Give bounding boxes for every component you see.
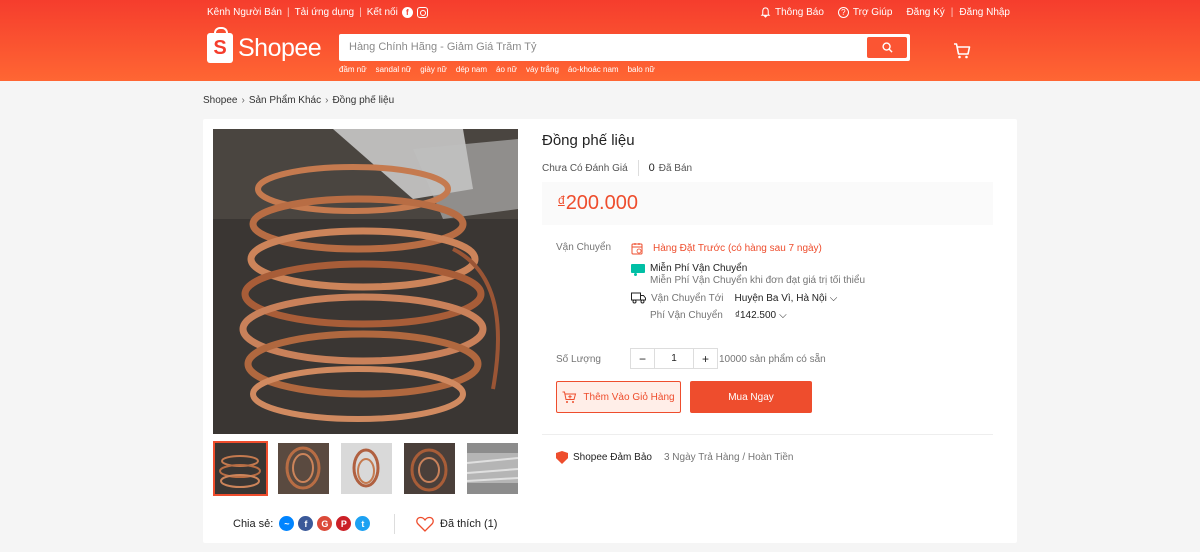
shopee-bag-icon: S — [207, 27, 233, 63]
help-icon: ? — [837, 7, 849, 18]
bell-icon — [760, 7, 771, 18]
product-price: đ200.000 — [558, 192, 638, 215]
preorder-row: Hàng Đặt Trước (có hàng sau 7 ngày) — [631, 242, 822, 255]
thumbnail-image[interactable] — [465, 441, 520, 496]
notifications-link[interactable]: Thông Báo — [760, 7, 824, 18]
quantity-stepper: − 1 + — [630, 348, 718, 369]
shipping-fee-row: Phí Vận Chuyển ₫142.500 ⌵ — [650, 310, 787, 321]
increase-button[interactable]: + — [693, 348, 718, 369]
like-label: Đã thích (1) — [440, 518, 498, 530]
shopee-guarantee[interactable]: Shopee Đảm Bảo 3 Ngày Trả Hàng / Hoàn Ti… — [556, 451, 793, 464]
search-button[interactable] — [867, 37, 907, 58]
thumbnail-image[interactable] — [213, 441, 268, 496]
heart-icon — [416, 516, 434, 532]
thumbnail-image[interactable] — [402, 441, 457, 496]
share-section: Chia sẻ: ~ f G P t — [233, 516, 371, 531]
product-title: Đồng phế liệu — [542, 132, 635, 149]
image-thumbnails — [213, 441, 528, 496]
keyword-link[interactable]: áo nữ — [496, 65, 517, 74]
keyword-link[interactable]: giày nữ — [420, 65, 447, 74]
ship-to-label: Vận Chuyển Tới — [651, 292, 724, 304]
price-box: đ200.000 — [542, 182, 993, 225]
free-shipping-row: Miễn Phí Vận Chuyển — [631, 263, 748, 276]
facebook-icon[interactable]: f — [298, 516, 314, 531]
keyword-link[interactable]: váy trắng — [526, 65, 559, 74]
divider — [542, 434, 993, 435]
quantity-input[interactable]: 1 — [655, 348, 693, 369]
shield-icon — [556, 451, 568, 464]
shipping-fee-label: Phí Vận Chuyển — [650, 310, 723, 321]
instagram-icon[interactable] — [416, 7, 428, 18]
search-bar — [339, 34, 910, 61]
search-keywords: đầm nữ sandal nữ giày nữ dép nam áo nữ v… — [339, 65, 664, 74]
free-shipping-title: Miễn Phí Vận Chuyển — [650, 263, 748, 274]
google-plus-icon[interactable]: G — [317, 516, 333, 531]
thumbnail-image[interactable] — [339, 441, 394, 496]
sold-count: 0 — [648, 162, 655, 174]
seller-center-link[interactable]: Kênh Người Bán — [207, 7, 282, 18]
like-button[interactable]: Đã thích (1) — [394, 514, 498, 534]
share-label: Chia sẻ: — [233, 517, 274, 530]
add-to-cart-label: Thêm Vào Giỏ Hàng — [583, 391, 675, 403]
register-link[interactable]: Đăng Ký — [906, 7, 944, 18]
breadcrumb-category[interactable]: Sản Phẩm Khác — [249, 95, 321, 106]
add-to-cart-button[interactable]: Thêm Vào Giỏ Hàng — [556, 381, 681, 413]
top-navbar: Kênh Người Bán | Tải ứng dụng | Kết nối … — [207, 7, 1010, 18]
messenger-icon[interactable]: ~ — [279, 516, 295, 531]
buy-now-button[interactable]: Mua Ngay — [690, 381, 812, 413]
free-shipping-desc: Miễn Phí Vận Chuyển khi đơn đạt giá trị … — [650, 275, 866, 286]
help-link[interactable]: ? Trợ Giúp — [837, 7, 893, 18]
chevron-down-icon[interactable]: ⌵ — [830, 293, 838, 304]
stock-text: 10000 sản phẩm có sẵn — [719, 354, 826, 365]
shipping-label: Vận Chuyển — [556, 242, 612, 253]
cart-icon[interactable] — [953, 43, 971, 59]
keyword-link[interactable]: dép nam — [456, 65, 487, 74]
keyword-link[interactable]: sandal nữ — [376, 65, 412, 74]
search-icon — [881, 42, 893, 53]
divider — [394, 514, 395, 534]
shopee-logo[interactable]: S Shopee — [207, 27, 322, 63]
truck-icon — [631, 292, 646, 304]
twitter-icon[interactable]: t — [355, 516, 371, 531]
product-card: Chia sẻ: ~ f G P t Đã thích (1) Đồng phế… — [203, 119, 1017, 543]
product-main-image[interactable] — [213, 129, 518, 434]
currency-symbol: đ — [558, 193, 565, 207]
free-shipping-icon — [631, 264, 645, 276]
chevron-right-icon: › — [325, 95, 329, 106]
cart-plus-icon — [562, 391, 577, 403]
keyword-link[interactable]: áo-khoác nam — [568, 65, 619, 74]
download-app-link[interactable]: Tải ứng dụng — [295, 7, 355, 18]
breadcrumb-home[interactable]: Shopee — [203, 95, 237, 106]
rating-text: Chưa Có Đánh Giá — [542, 162, 628, 174]
ship-to-row: Vận Chuyển Tới Huyện Ba Vì, Hà Nội ⌵ — [631, 292, 837, 304]
pinterest-icon[interactable]: P — [336, 516, 352, 531]
keyword-link[interactable]: balo nữ — [628, 65, 655, 74]
site-header: Kênh Người Bán | Tải ứng dụng | Kết nối … — [0, 0, 1200, 81]
notifications-label: Thông Báo — [774, 7, 824, 18]
shipping-fee-value[interactable]: ₫142.500 — [735, 310, 776, 321]
sold-label: Đã Bán — [658, 162, 693, 174]
keyword-link[interactable]: đầm nữ — [339, 65, 367, 74]
search-input[interactable] — [349, 38, 859, 56]
decrease-button[interactable]: − — [630, 348, 655, 369]
connect-label: Kết nối — [366, 7, 398, 18]
guarantee-title: Shopee Đảm Bảo — [573, 452, 652, 463]
breadcrumb-current: Đồng phế liệu — [332, 95, 395, 106]
guarantee-desc: 3 Ngày Trả Hàng / Hoàn Tiền — [663, 452, 794, 463]
chevron-right-icon: › — [241, 95, 245, 106]
thumbnail-image[interactable] — [276, 441, 331, 496]
calendar-icon — [631, 243, 643, 255]
help-label: Trợ Giúp — [852, 7, 893, 18]
price-value: 200.000 — [565, 192, 638, 214]
facebook-icon[interactable]: f — [401, 7, 413, 18]
rating-row: Chưa Có Đánh Giá 0 Đã Bán — [542, 160, 692, 176]
login-link[interactable]: Đăng Nhập — [959, 7, 1010, 18]
logo-text: Shopee — [238, 33, 322, 62]
preorder-text: Hàng Đặt Trước (có hàng sau 7 ngày) — [653, 243, 822, 254]
breadcrumb: Shopee › Sản Phẩm Khác › Đồng phế liệu — [203, 95, 394, 106]
chevron-down-icon[interactable]: ⌵ — [779, 310, 787, 321]
ship-to-value[interactable]: Huyện Ba Vì, Hà Nội — [735, 293, 827, 304]
quantity-label: Số Lượng — [556, 354, 601, 365]
